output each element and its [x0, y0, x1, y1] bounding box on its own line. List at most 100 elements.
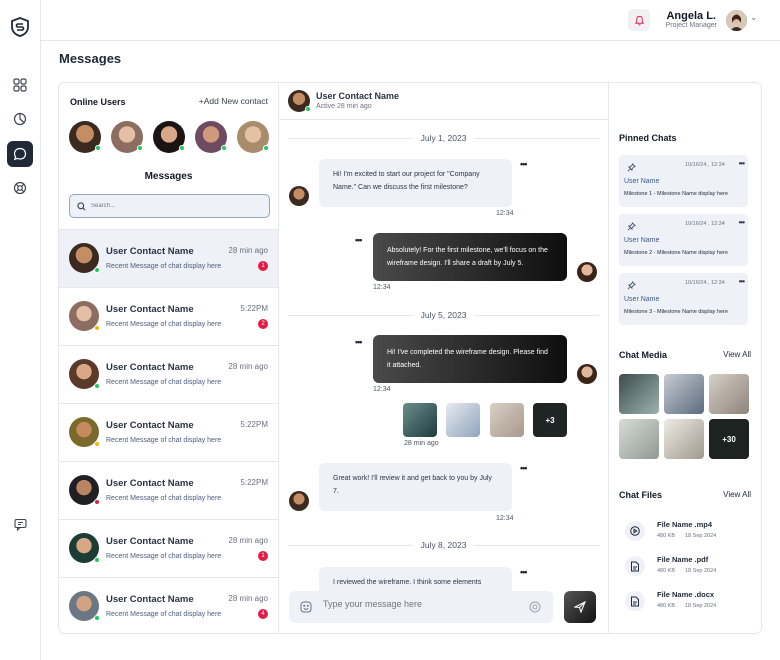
more-media-button[interactable]: +30	[709, 419, 749, 459]
online-user-avatar[interactable]	[69, 121, 101, 153]
pinned-user-name: User Name	[624, 237, 660, 244]
add-new-contact-link[interactable]: +Add New contact	[199, 96, 268, 106]
contact-row[interactable]: User Contact Name 28 min ago Recent Mess…	[59, 345, 278, 403]
pinned-date: 10/16/24 , 12:34	[685, 221, 725, 227]
messages-icon[interactable]	[7, 141, 33, 167]
contact-preview: Recent Message of chat display here	[106, 321, 222, 328]
contact-preview: Recent Message of chat display here	[106, 553, 222, 560]
file-size: 480 KB	[657, 533, 676, 539]
pinned-chat-card[interactable]: 10/16/24 , 12:34 ••• User Name Milestone…	[619, 273, 748, 325]
online-status-dot	[137, 145, 143, 151]
media-thumbnail[interactable]	[664, 374, 704, 414]
chat-info-panel: Pinned Chats 10/16/24 , 12:34 ••• User N…	[608, 82, 762, 634]
pinned-text: Milestone 1 - Milestone Name display her…	[624, 191, 728, 197]
pinned-options-icon[interactable]: •••	[739, 159, 745, 168]
my-avatar	[577, 364, 597, 384]
attachment-thumbnail[interactable]	[403, 403, 437, 437]
file-item[interactable]: File Name .docx 480 KB 18 Sep 2024	[625, 588, 755, 614]
emoji-icon[interactable]	[300, 601, 312, 613]
file-name: File Name .docx	[657, 590, 715, 599]
chat-files-title: Chat Files	[619, 490, 663, 500]
messages-list-title: Messages	[144, 171, 193, 182]
contact-name: User Contact Name	[106, 420, 194, 431]
analytics-icon[interactable]	[7, 106, 33, 132]
chat-contact-avatar[interactable]	[288, 90, 311, 112]
app-logo-icon[interactable]	[7, 14, 33, 40]
search-input[interactable]	[91, 203, 241, 209]
contact-time: 28 min ago	[228, 594, 268, 603]
busy-status-dot	[94, 499, 100, 505]
message-composer[interactable]	[289, 591, 553, 623]
chat-panel: User Contact Name Active 28 min ago July…	[279, 82, 608, 634]
online-user-avatar[interactable]	[195, 121, 227, 153]
contact-search[interactable]	[69, 194, 270, 218]
more-attachments-button[interactable]: +3	[533, 403, 567, 437]
files-view-all-link[interactable]: View All	[723, 490, 751, 499]
pinned-chat-card[interactable]: 10/16/24 , 12:34 ••• User Name Milestone…	[619, 214, 748, 266]
media-thumbnail[interactable]	[619, 374, 659, 414]
contact-avatar	[69, 301, 100, 331]
contact-row[interactable]: User Contact Name 5:22PM Recent Message …	[59, 403, 278, 461]
online-user-avatar[interactable]	[111, 121, 143, 153]
contact-list: User Contact Name 28 min ago Recent Mess…	[59, 229, 278, 633]
media-thumbnail[interactable]	[619, 419, 659, 459]
message-options-icon[interactable]: •••	[520, 463, 528, 473]
chat-tools-icon[interactable]	[7, 511, 33, 537]
pin-icon	[627, 222, 636, 231]
dashboard-icon[interactable]	[7, 72, 33, 98]
unread-badge: 2	[258, 319, 268, 329]
attachment-icon[interactable]	[529, 601, 541, 613]
online-status-dot	[94, 557, 100, 563]
pinned-chat-card[interactable]: 10/16/24 , 12:34 ••• User Name Milestone…	[619, 155, 748, 207]
notifications-button[interactable]	[628, 9, 650, 31]
message-options-icon[interactable]: •••	[355, 235, 363, 245]
account-menu-chevron-icon[interactable]: ⌄	[750, 12, 758, 23]
attachment-thumbnail[interactable]	[490, 403, 524, 437]
contact-preview: Recent Message of chat display here	[106, 379, 222, 386]
contact-row[interactable]: User Contact Name 28 min ago Recent Mess…	[59, 519, 278, 577]
message-input[interactable]	[323, 599, 523, 609]
online-status-dot	[221, 145, 227, 151]
current-user-avatar[interactable]	[726, 10, 747, 31]
my-avatar	[577, 262, 597, 282]
media-thumbnail[interactable]	[709, 374, 749, 414]
file-item[interactable]: File Name .pdf 480 KB 18 Sep 2024	[625, 553, 755, 579]
file-item[interactable]: File Name .mp4 480 KB 18 Sep 2024	[625, 518, 755, 544]
online-status-dot	[305, 106, 311, 112]
contact-row[interactable]: User Contact Name 28 min ago Recent Mess…	[59, 229, 278, 287]
pinned-user-name: User Name	[624, 296, 660, 303]
contacts-panel: Online Users +Add New contact Messages U…	[58, 82, 279, 634]
attachment-thumbnail[interactable]	[446, 403, 480, 437]
online-user-avatar[interactable]	[237, 121, 269, 153]
current-user-role: Project Manager	[665, 22, 717, 29]
file-date: 18 Sep 2024	[685, 603, 717, 609]
contact-row[interactable]: User Contact Name 5:22PM Recent Message …	[59, 287, 278, 345]
contact-time: 5:22PM	[240, 478, 268, 487]
message-options-icon[interactable]: •••	[520, 567, 528, 577]
send-button[interactable]	[564, 591, 596, 623]
contact-row[interactable]: User Contact Name 5:22PM Recent Message …	[59, 461, 278, 519]
contact-name: User Contact Name	[106, 362, 194, 373]
file-name: File Name .pdf	[657, 555, 709, 564]
contact-row[interactable]: User Contact Name 28 min ago Recent Mess…	[59, 577, 278, 633]
pinned-options-icon[interactable]: •••	[739, 218, 745, 227]
support-icon[interactable]	[7, 175, 33, 201]
contact-name: User Contact Name	[106, 304, 194, 315]
online-status-dot	[179, 145, 185, 151]
online-user-avatar[interactable]	[153, 121, 185, 153]
away-status-dot	[94, 325, 100, 331]
contact-name: User Contact Name	[106, 536, 194, 547]
contact-name: User Contact Name	[106, 246, 194, 257]
pinned-text: Milestone 2 - Milestone Name display her…	[624, 250, 728, 256]
online-status-dot	[94, 383, 100, 389]
pinned-options-icon[interactable]: •••	[739, 277, 745, 286]
nav-rail	[0, 0, 41, 660]
contact-time: 28 min ago	[228, 362, 268, 371]
media-thumbnail[interactable]	[664, 419, 704, 459]
message-options-icon[interactable]: •••	[520, 159, 528, 169]
contact-time: 28 min ago	[228, 536, 268, 545]
message-options-icon[interactable]: •••	[355, 337, 363, 347]
media-view-all-link[interactable]: View All	[723, 350, 751, 359]
contact-preview: Recent Message of chat display here	[106, 437, 222, 444]
contact-preview: Recent Message of chat display here	[106, 263, 222, 270]
